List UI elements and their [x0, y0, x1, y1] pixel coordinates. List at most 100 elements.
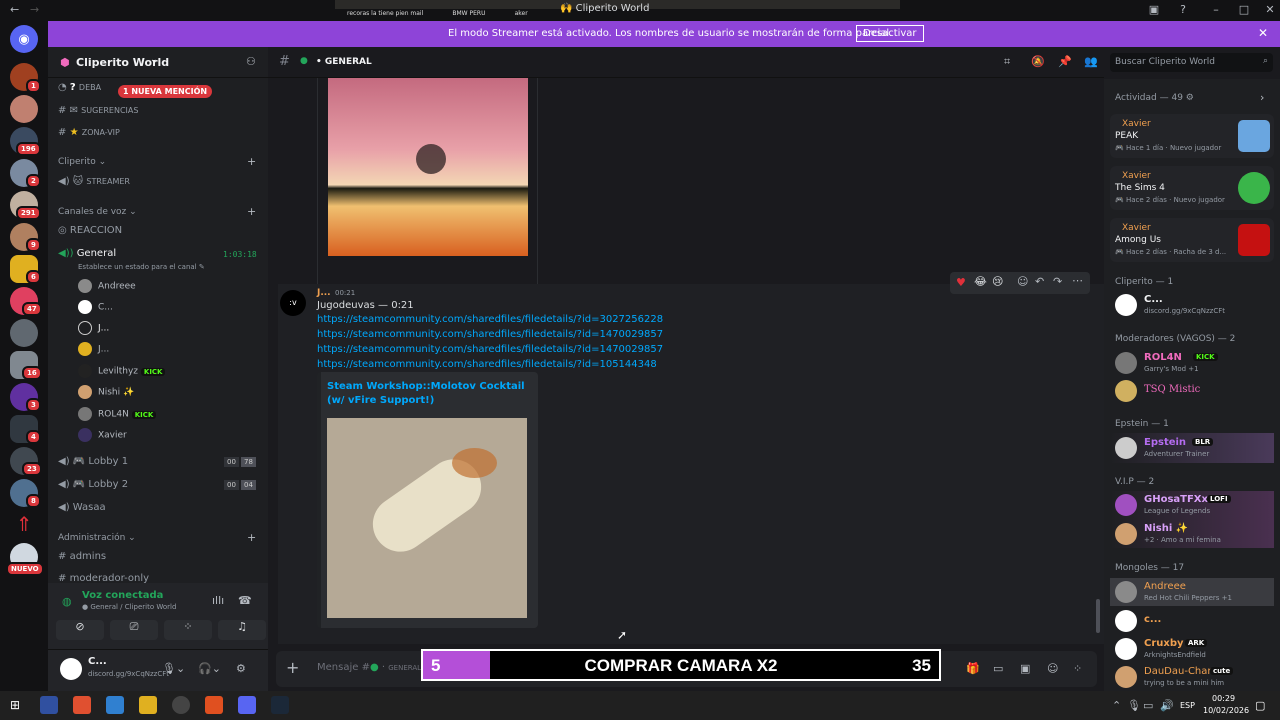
scrollbar[interactable] — [1096, 599, 1100, 633]
tray-chevron-icon[interactable]: ⌃ — [1112, 699, 1121, 712]
pin-icon[interactable]: 📌 — [1058, 55, 1072, 68]
voice-user[interactable]: Xavier — [78, 428, 127, 442]
activity-card[interactable]: Xavier Among Us 🎮 Hace 2 días · Racha de… — [1110, 218, 1274, 262]
add-channel-icon[interactable]: + — [247, 155, 256, 168]
emoji-icon[interactable]: ☺ — [1047, 662, 1058, 675]
gift-icon[interactable]: 🎁 — [966, 662, 980, 675]
headphones-icon[interactable]: 🎧⌄ — [198, 662, 221, 675]
store-icon[interactable] — [106, 696, 124, 714]
more-options-icon[interactable]: ⋯ — [1072, 274, 1083, 287]
add-channel-icon[interactable]: + — [247, 205, 256, 218]
cry-reaction-icon[interactable]: 😢 — [992, 275, 1003, 288]
inbox-icon[interactable]: ▣ — [1144, 3, 1164, 16]
discord-taskbar-icon[interactable] — [238, 696, 256, 714]
search-input[interactable]: Buscar Cliperito World ⌕ — [1110, 53, 1273, 72]
avatar[interactable] — [60, 658, 82, 680]
member-list-icon[interactable]: 👥 — [1084, 55, 1098, 68]
server-icon[interactable] — [10, 95, 38, 123]
soundboard-button[interactable]: ♫ — [218, 620, 266, 640]
screen-share-button[interactable]: ⎚ — [110, 620, 158, 640]
voice-channel-lobby2[interactable]: ◀) 🎮 Lobby 2 — [58, 479, 128, 490]
voice-channel-wasaa[interactable]: ◀) Wasaa — [58, 502, 106, 513]
channel-deba[interactable]: ◔ ? DEBA — [58, 82, 101, 93]
channel-reaccion[interactable]: ◎ REACCION — [58, 225, 122, 236]
voice-user[interactable]: J... — [78, 342, 109, 356]
forward-icon[interactable]: ↷ — [1053, 275, 1062, 288]
heart-reaction-icon[interactable]: ♥ — [956, 276, 966, 289]
message-link[interactable]: https://steamcommunity.com/sharedfiles/f… — [317, 329, 663, 340]
close-banner-icon[interactable]: ✕ — [1258, 26, 1268, 40]
network-icon[interactable]: ▭ — [1143, 699, 1153, 712]
laugh-reaction-icon[interactable]: 😂 — [974, 275, 987, 288]
forward-arrow-icon[interactable]: → — [30, 3, 39, 16]
embed-title[interactable]: Steam Workshop::Molotov Cocktail (w/ vFi… — [327, 380, 527, 408]
app-icon[interactable] — [172, 696, 190, 714]
voice-user[interactable]: Andreee — [78, 279, 136, 293]
add-member-icon[interactable]: ⚇ — [246, 55, 256, 68]
category-admin[interactable]: Administración ⌄ — [58, 533, 136, 543]
deactivate-button[interactable]: Desactivar — [856, 25, 924, 42]
microphone-icon[interactable]: 🎙⌄ — [162, 662, 185, 675]
add-channel-icon[interactable]: + — [247, 531, 256, 544]
brave-icon[interactable] — [205, 696, 223, 714]
category-cliperito[interactable]: Cliperito ⌄ — [58, 157, 106, 167]
embed-image-sunset[interactable] — [328, 78, 528, 256]
voice-user[interactable]: C... — [78, 300, 113, 314]
channel-status[interactable]: Establece un estado para el canal ✎ — [78, 263, 205, 271]
channel-streamer[interactable]: ◀) 🐱 STREAMER — [58, 176, 130, 187]
voice-user[interactable]: Nishi ✨ — [78, 385, 134, 399]
app-icon[interactable] — [73, 696, 91, 714]
gif-icon[interactable]: ▭ — [993, 662, 1003, 675]
camera-button[interactable]: ⊘ — [56, 620, 104, 640]
close-window-icon[interactable]: ✕ — [1260, 3, 1280, 16]
message-link[interactable]: https://steamcommunity.com/sharedfiles/f… — [317, 359, 657, 370]
volume-icon[interactable]: 🔊 — [1160, 699, 1174, 712]
channel-sugerencias[interactable]: # ✉ SUGERENCIAS — [58, 105, 138, 116]
server-icon[interactable] — [10, 319, 38, 347]
copilot-icon[interactable] — [40, 696, 58, 714]
category-voice[interactable]: Canales de voz ⌄ — [58, 207, 137, 217]
server-icon[interactable]: ⇑ — [10, 511, 38, 539]
chevron-right-icon[interactable]: › — [1260, 91, 1264, 104]
apps-icon[interactable]: ⁘ — [1073, 662, 1082, 675]
windows-start-icon[interactable]: ⊞ — [10, 698, 20, 712]
language-indicator[interactable]: ESP — [1180, 701, 1195, 710]
steam-icon[interactable] — [271, 696, 289, 714]
avatar[interactable]: :v — [280, 290, 306, 316]
discord-home-icon[interactable]: ◉ — [10, 25, 38, 53]
embed-image-molotov[interactable] — [327, 418, 527, 618]
microphone-tray-icon[interactable]: 🎙 — [1127, 699, 1141, 712]
settings-gear-icon[interactable]: ⚙ — [236, 662, 246, 675]
activity-card[interactable]: Xavier The Sims 4 🎮 Hace 2 días · Nuevo … — [1110, 166, 1274, 210]
channel-admins[interactable]: # admins — [58, 551, 106, 562]
reply-icon[interactable]: ↶ — [1035, 275, 1044, 288]
sticker-icon[interactable]: ▣ — [1020, 662, 1030, 675]
notification-center-icon[interactable]: ▢ — [1255, 699, 1265, 712]
message-author[interactable]: J... — [317, 288, 331, 298]
voice-channel-general[interactable]: ◀)) General — [58, 248, 116, 259]
notifications-muted-icon[interactable]: 🔕 — [1031, 55, 1045, 68]
channel-moderador[interactable]: # moderador-only — [58, 573, 149, 583]
disconnect-icon[interactable]: ☎ — [238, 594, 252, 607]
activities-button[interactable]: ⁘ — [164, 620, 212, 640]
message-link[interactable]: https://steamcommunity.com/sharedfiles/f… — [317, 344, 663, 355]
activity-card[interactable]: Xavier PEAK 🎮 Hace 1 día · Nuevo jugador — [1110, 114, 1274, 158]
guild-header[interactable]: ⬢ Cliperito World ⌄ ⚇ — [48, 47, 268, 78]
channel-zona-vip[interactable]: # ★ ZONA-VIP — [58, 127, 120, 138]
help-icon[interactable]: ? — [1173, 3, 1193, 16]
voice-user[interactable]: Levilthyz KICK — [78, 364, 166, 378]
noise-suppression-icon[interactable]: ıllı — [212, 594, 224, 607]
voice-channel-lobby1[interactable]: ◀) 🎮 Lobby 1 — [58, 456, 128, 467]
voice-connected[interactable]: Voz conectada — [82, 590, 163, 601]
voice-user[interactable]: J... — [78, 321, 109, 335]
add-reaction-icon[interactable]: ☺ — [1017, 275, 1028, 288]
back-arrow-icon[interactable]: ← — [10, 3, 19, 16]
new-mention-pill[interactable]: 1 NUEVA MENCIÓN — [118, 85, 213, 98]
message-link[interactable]: https://steamcommunity.com/sharedfiles/f… — [317, 314, 663, 325]
maximize-icon[interactable]: □ — [1234, 3, 1254, 16]
file-explorer-icon[interactable] — [139, 696, 157, 714]
voice-user[interactable]: ROL4N KICK — [78, 407, 157, 421]
threads-icon[interactable]: ⌗ — [1004, 55, 1010, 69]
add-attachment-icon[interactable]: + — [286, 658, 299, 677]
minimize-icon[interactable]: – — [1206, 3, 1226, 16]
